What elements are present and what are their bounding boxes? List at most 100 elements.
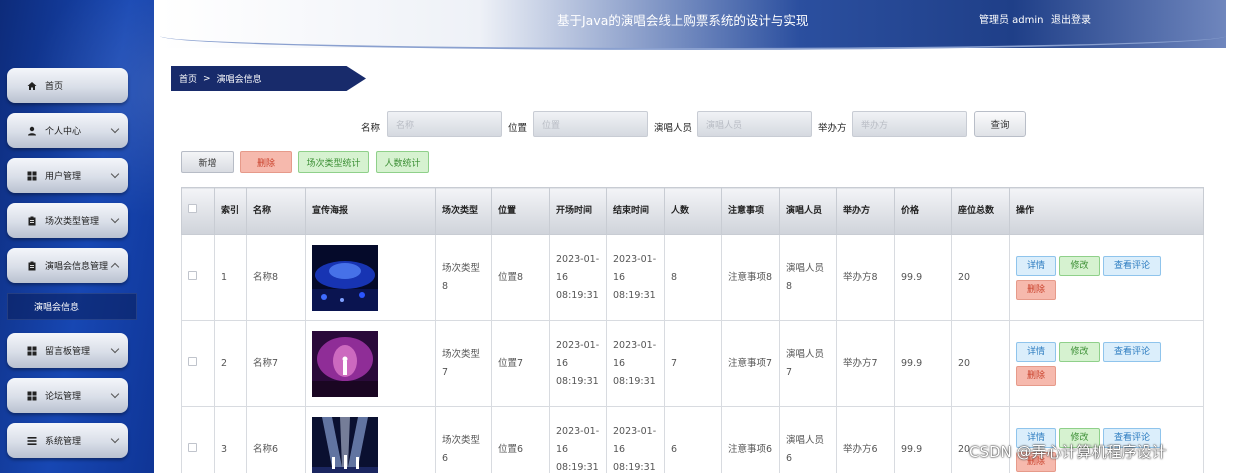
search-label-name: 名称 bbox=[361, 123, 381, 134]
row-checkbox-cell[interactable] bbox=[181, 406, 215, 473]
chevron-down-icon bbox=[110, 389, 120, 399]
cell-organizer: 举办方6 bbox=[836, 406, 895, 473]
sidebar-item-users[interactable]: 用户管理 bbox=[7, 158, 128, 193]
column-header: 位置 bbox=[491, 187, 550, 235]
column-header: 举办方 bbox=[836, 187, 895, 235]
sidebar-item-personal[interactable]: 个人中心 bbox=[7, 113, 128, 148]
sidebar-item-message-board[interactable]: 留言板管理 bbox=[7, 333, 128, 368]
breadcrumb-current: 演唱会信息 bbox=[216, 75, 262, 85]
cell-organizer: 举办方7 bbox=[836, 320, 895, 407]
detail-button[interactable]: 详情 bbox=[1016, 341, 1056, 362]
cell-session-type: 场次类型8 bbox=[435, 234, 492, 321]
cell-notes: 注意事项7 bbox=[721, 320, 780, 407]
delete-button[interactable]: 删除 bbox=[240, 151, 292, 173]
cell-name: 名称6 bbox=[246, 406, 306, 473]
row-checkbox[interactable] bbox=[188, 356, 197, 366]
detail-button[interactable]: 详情 bbox=[1016, 255, 1056, 276]
cell-start-time: 2023-01-16 08:19:31 bbox=[549, 406, 607, 473]
cell-price: 99.9 bbox=[894, 406, 952, 473]
cell-start-time: 2023-01-16 08:19:31 bbox=[549, 320, 607, 407]
cell-price: 99.9 bbox=[894, 234, 952, 321]
sidebar-item-label: 场次类型管理 bbox=[45, 217, 100, 227]
column-header: 人数 bbox=[664, 187, 722, 235]
column-header: 开场时间 bbox=[549, 187, 607, 235]
grid-icon bbox=[27, 171, 37, 181]
search-name-input[interactable]: 名称 bbox=[387, 111, 502, 137]
cell-people: 7 bbox=[664, 320, 722, 407]
concert-table: 索引 名称 宣传海报 场次类型 位置 开场时间 结束时间 人数 注意事项 演唱人… bbox=[181, 187, 1204, 473]
cell-seats: 20 bbox=[951, 320, 1010, 407]
search-location-input[interactable]: 位置 bbox=[533, 111, 648, 137]
row-checkbox-cell[interactable] bbox=[181, 320, 215, 407]
add-button[interactable]: 新增 bbox=[181, 151, 234, 173]
cell-start-time: 2023-01-16 08:19:31 bbox=[549, 234, 607, 321]
sidebar-item-home[interactable]: 首页 bbox=[7, 68, 128, 103]
cell-session-type: 场次类型6 bbox=[435, 406, 492, 473]
view-comments-button[interactable]: 查看评论 bbox=[1103, 341, 1161, 362]
cell-singer: 演唱人员7 bbox=[779, 320, 837, 407]
cell-end-time: 2023-01-16 08:19:31 bbox=[606, 234, 665, 321]
cell-name: 名称8 bbox=[246, 234, 306, 321]
search-singer-input[interactable]: 演唱人员 bbox=[697, 111, 812, 137]
chevron-down-icon bbox=[110, 169, 120, 179]
cell-poster bbox=[305, 234, 436, 321]
sidebar-item-label: 个人中心 bbox=[45, 127, 82, 137]
cell-seats: 20 bbox=[951, 234, 1010, 321]
row-checkbox-cell[interactable] bbox=[181, 234, 215, 321]
cell-location: 位置7 bbox=[491, 320, 550, 407]
view-comments-button[interactable]: 查看评论 bbox=[1103, 255, 1161, 276]
user-icon bbox=[27, 126, 37, 136]
search-label-location: 位置 bbox=[508, 123, 528, 134]
cell-people: 6 bbox=[664, 406, 722, 473]
column-header: 操作 bbox=[1009, 187, 1204, 235]
chevron-up-icon bbox=[110, 262, 120, 272]
row-checkbox[interactable] bbox=[188, 270, 197, 280]
row-checkbox[interactable] bbox=[188, 442, 197, 452]
people-stats-button[interactable]: 人数统计 bbox=[376, 151, 429, 173]
home-icon bbox=[27, 81, 37, 91]
query-button[interactable]: 查询 bbox=[974, 111, 1026, 137]
poster-image bbox=[312, 416, 378, 473]
app-title: 基于Java的演唱会线上购票系统的设计与实现 bbox=[557, 13, 809, 28]
select-all-checkbox[interactable] bbox=[188, 203, 197, 213]
row-delete-button[interactable]: 删除 bbox=[1016, 279, 1056, 300]
edit-button[interactable]: 修改 bbox=[1059, 341, 1100, 362]
cell-location: 位置6 bbox=[491, 406, 550, 473]
cell-seats: 20 bbox=[951, 406, 1010, 473]
sidebar-item-concert-info[interactable]: 演唱会信息管理 bbox=[7, 248, 128, 283]
search-organizer-input[interactable]: 举办方 bbox=[852, 111, 967, 137]
cell-name: 名称7 bbox=[246, 320, 306, 407]
sidebar-item-forum[interactable]: 论坛管理 bbox=[7, 378, 128, 413]
cell-session-type: 场次类型7 bbox=[435, 320, 492, 407]
cell-singer: 演唱人员8 bbox=[779, 234, 837, 321]
grid-icon bbox=[27, 391, 37, 401]
sidebar-item-session-types[interactable]: 场次类型管理 bbox=[7, 203, 128, 238]
edit-button[interactable]: 修改 bbox=[1059, 255, 1100, 276]
sidebar-item-label: 系统管理 bbox=[45, 437, 82, 447]
grid-icon bbox=[27, 346, 37, 356]
chevron-down-icon bbox=[110, 214, 120, 224]
table-row: 1 名称8 场次类型8 位置8 2023-01-16 08:19:31 2023… bbox=[181, 234, 1204, 321]
breadcrumb: 首页 > 演唱会信息 bbox=[171, 66, 366, 91]
session-type-stats-button[interactable]: 场次类型统计 bbox=[298, 151, 369, 173]
cell-organizer: 举办方8 bbox=[836, 234, 895, 321]
clipboard-icon bbox=[27, 261, 37, 271]
cell-poster bbox=[305, 406, 436, 473]
sidebar-item-label: 留言板管理 bbox=[45, 347, 91, 357]
logout-link[interactable]: 退出登录 bbox=[1051, 11, 1091, 26]
sidebar-subitem-concert-info[interactable]: 演唱会信息 bbox=[7, 293, 137, 320]
breadcrumb-home[interactable]: 首页 bbox=[179, 72, 197, 85]
row-delete-button[interactable]: 删除 bbox=[1016, 365, 1056, 386]
chevron-down-icon bbox=[110, 344, 120, 354]
select-all-header[interactable] bbox=[181, 187, 215, 235]
cell-singer: 演唱人员6 bbox=[779, 406, 837, 473]
search-label-singer: 演唱人员 bbox=[654, 123, 693, 134]
cell-notes: 注意事项8 bbox=[721, 234, 780, 321]
sidebar-item-label: 用户管理 bbox=[45, 172, 82, 182]
sidebar-item-label: 论坛管理 bbox=[45, 392, 82, 402]
sidebar-item-system[interactable]: 系统管理 bbox=[7, 423, 128, 458]
poster-image bbox=[312, 330, 378, 397]
column-header: 名称 bbox=[246, 187, 306, 235]
cell-end-time: 2023-01-16 08:19:31 bbox=[606, 320, 665, 407]
table-row: 2 名称7 场次类型7 位置7 2023-01-16 08:19:31 2023… bbox=[181, 320, 1204, 407]
